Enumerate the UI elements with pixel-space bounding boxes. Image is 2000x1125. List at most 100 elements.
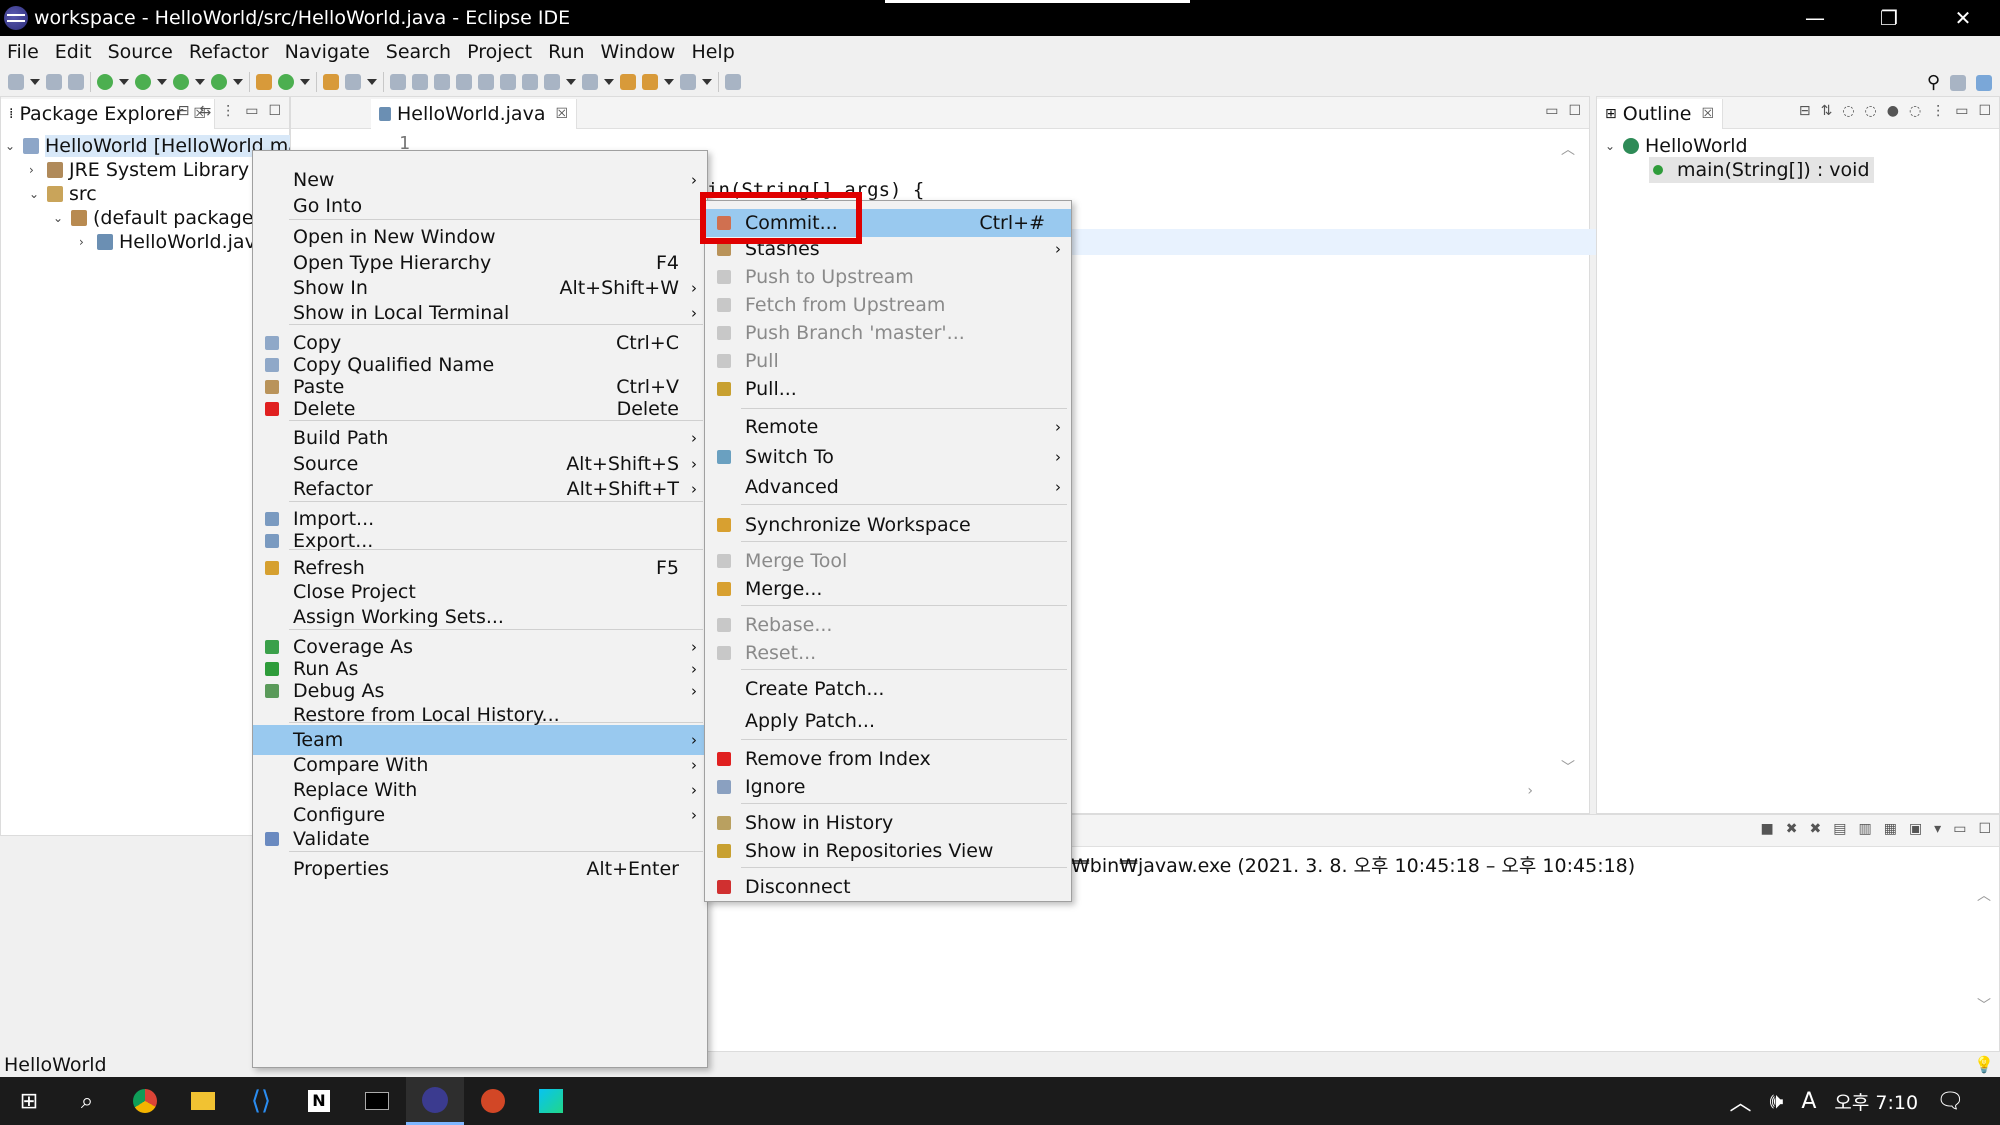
prev-annotation-icon[interactable] <box>582 74 598 90</box>
dropdown-icon[interactable] <box>157 79 167 85</box>
block-selection-icon[interactable] <box>434 74 450 90</box>
team-menu-item-advanced[interactable]: Advanced › <box>705 473 1071 501</box>
search-tool-icon[interactable] <box>345 74 361 90</box>
minimize-button[interactable]: — <box>1778 0 1852 36</box>
next-annotation-icon[interactable] <box>544 74 560 90</box>
save-icon[interactable] <box>46 74 62 90</box>
notion-icon[interactable]: N <box>290 1077 348 1125</box>
run-icon[interactable] <box>135 74 151 90</box>
open-type-icon[interactable] <box>323 74 339 90</box>
new-console-icon[interactable]: ▾ <box>1934 821 1941 837</box>
hide-nonpublic-icon[interactable]: ● <box>1887 103 1899 119</box>
new-icon[interactable] <box>8 74 24 90</box>
console-scroll-up-icon[interactable]: ︿ <box>1977 885 1991 905</box>
maximize-view-icon[interactable]: ☐ <box>1568 103 1581 119</box>
menu-navigate[interactable]: Navigate <box>285 41 370 63</box>
context-menu-item-go-into[interactable]: Go Into <box>253 191 707 221</box>
hide-fields-icon[interactable]: ◌ <box>1842 103 1854 119</box>
scroll-lock-icon[interactable]: ▤ <box>1833 821 1846 837</box>
minimize-view-icon[interactable]: ▭ <box>1953 821 1966 837</box>
close-tab-icon[interactable]: ☒ <box>555 106 568 122</box>
sort-icon[interactable]: ⇅ <box>1821 103 1833 119</box>
ime-indicator[interactable]: A <box>1801 1089 1816 1114</box>
team-menu-item-remote[interactable]: Remote › <box>705 413 1071 441</box>
editor-scroll-down-icon[interactable]: ﹀ <box>1561 757 1575 777</box>
tab-helloworld-java[interactable]: HelloWorld.java ☒ <box>371 99 578 129</box>
windows-start-icon[interactable]: ⊞ <box>0 1077 58 1125</box>
clock[interactable]: 오후 7:10 <box>1834 1088 1918 1115</box>
java-perspective-icon[interactable] <box>1976 74 1992 91</box>
coverage-icon[interactable] <box>173 74 189 90</box>
collapsed-arrow-icon[interactable]: › <box>29 163 41 177</box>
context-menu-item-refactor[interactable]: Refactor Alt+Shift+T › <box>253 474 707 504</box>
dropdown-icon[interactable] <box>664 79 674 85</box>
team-menu-item-show-in-history[interactable]: Show in History <box>705 809 1071 837</box>
show-whitespace-icon[interactable] <box>478 74 494 90</box>
dropdown-icon[interactable] <box>566 79 576 85</box>
menu-edit[interactable]: Edit <box>55 41 92 63</box>
vscode-icon[interactable]: ⟨⟩ <box>232 1077 290 1125</box>
remove-launch-icon[interactable]: ✖ <box>1786 821 1798 837</box>
menu-search[interactable]: Search <box>386 41 451 63</box>
mark-occurrences-icon[interactable] <box>412 74 428 90</box>
team-menu-item-synchronize-workspace[interactable]: Synchronize Workspace <box>705 511 1071 539</box>
display-console-icon[interactable]: ▣ <box>1909 821 1922 837</box>
word-wrap-icon[interactable] <box>456 74 472 90</box>
dropdown-icon[interactable] <box>233 79 243 85</box>
new-package-icon[interactable] <box>256 74 272 90</box>
toggle-breadcrumb-icon[interactable] <box>500 74 516 90</box>
terminal-icon[interactable] <box>348 1077 406 1125</box>
minimize-view-icon[interactable]: ▭ <box>1545 103 1558 119</box>
dropdown-icon[interactable] <box>300 79 310 85</box>
outline-class-item[interactable]: ⌄ HelloWorld <box>1605 133 1748 159</box>
debug-icon[interactable] <box>97 74 113 90</box>
dropdown-icon[interactable] <box>30 79 40 85</box>
context-menu-item-export[interactable]: Export... <box>253 526 707 556</box>
pin-console-icon[interactable]: ▦ <box>1884 821 1897 837</box>
external-tools-icon[interactable] <box>211 74 227 90</box>
context-menu-item-properties[interactable]: Properties Alt+Enter <box>253 854 707 884</box>
dropdown-icon[interactable] <box>195 79 205 85</box>
menu-file[interactable]: File <box>7 41 39 63</box>
close-tab-icon[interactable]: ☒ <box>1701 106 1714 122</box>
tree-item-jre[interactable]: › JRE System Library [J <box>29 157 268 183</box>
webstorm-icon[interactable] <box>522 1077 580 1125</box>
dropdown-icon[interactable] <box>367 79 377 85</box>
volume-icon[interactable]: 🕪 <box>1769 1089 1783 1114</box>
team-menu-item-remove-from-index[interactable]: Remove from Index <box>705 745 1071 773</box>
link-editor-icon[interactable]: ⇆ <box>199 103 211 119</box>
menu-project[interactable]: Project <box>467 41 532 63</box>
dropdown-icon[interactable] <box>119 79 129 85</box>
hide-static-icon[interactable]: ◌ <box>1865 103 1877 119</box>
expand-arrow-icon[interactable]: ⌄ <box>5 139 17 153</box>
terminate-icon[interactable]: ■ <box>1761 821 1774 837</box>
minimize-view-icon[interactable]: ▭ <box>245 103 258 119</box>
maximize-view-icon[interactable]: ☐ <box>1978 103 1991 119</box>
notifications-icon[interactable]: 🗨 <box>1936 1089 1964 1114</box>
file-explorer-icon[interactable] <box>174 1077 232 1125</box>
skip-breakpoints-icon[interactable] <box>522 74 538 90</box>
context-menu-item-assign-working-sets[interactable]: Assign Working Sets... <box>253 602 707 632</box>
menu-refactor[interactable]: Refactor <box>189 41 269 63</box>
close-window-button[interactable]: ✕ <box>1926 0 2000 36</box>
word-wrap-icon[interactable]: ▥ <box>1858 821 1871 837</box>
menu-window[interactable]: Window <box>601 41 676 63</box>
editor-scroll-up-icon[interactable]: ︿ <box>1561 139 1575 159</box>
outline-method-item[interactable]: main(String[]) : void <box>1649 157 1874 183</box>
team-menu-item-switch-to[interactable]: Switch To › <box>705 443 1071 471</box>
maximize-view-icon[interactable]: ☐ <box>1978 821 1991 837</box>
tree-item-src[interactable]: ⌄ src <box>29 181 97 207</box>
collapsed-arrow-icon[interactable]: › <box>79 235 91 249</box>
team-menu-item-apply-patch[interactable]: Apply Patch... <box>705 707 1071 735</box>
context-menu-item-validate[interactable]: Validate <box>253 824 707 854</box>
eclipse-icon[interactable] <box>406 1077 464 1125</box>
remove-all-icon[interactable]: ✖ <box>1810 821 1822 837</box>
forward-icon[interactable] <box>680 74 696 90</box>
pin-editor-icon[interactable] <box>725 74 741 90</box>
chrome-icon[interactable] <box>116 1077 174 1125</box>
context-menu-item-show-in-local-terminal[interactable]: Show in Local Terminal › <box>253 298 707 328</box>
search-icon[interactable]: ⌕ <box>58 1077 116 1125</box>
tree-item-default-package[interactable]: ⌄ (default package) <box>53 205 261 231</box>
open-perspective-icon[interactable] <box>1950 74 1966 91</box>
menu-run[interactable]: Run <box>548 41 584 63</box>
